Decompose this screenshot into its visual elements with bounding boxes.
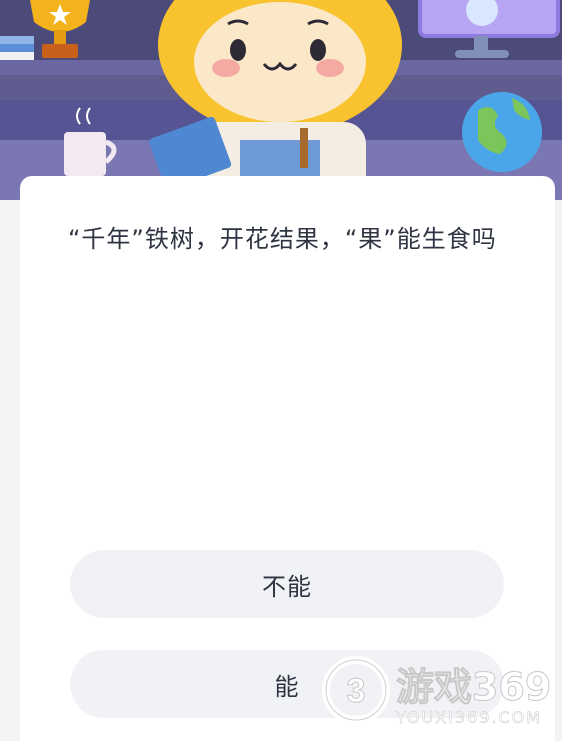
watermark-logo-icon: 3 [322, 656, 390, 724]
question-text: “千年”铁树，开花结果，“果”能生食吗 [68, 225, 497, 253]
answer-option-no[interactable]: 不能 [70, 550, 504, 618]
scene-art [0, 0, 560, 200]
watermark: 3 游戏369 YOUXI369.COM [318, 650, 562, 741]
books-icon [0, 36, 34, 60]
monitor-icon [418, 0, 560, 58]
trophy-icon [30, 0, 90, 58]
globe-icon [462, 92, 542, 172]
svg-text:3: 3 [347, 672, 366, 710]
mascot-character [149, 0, 402, 200]
watermark-brand-text: 游戏369 [395, 665, 552, 710]
header-illustration [0, 0, 562, 200]
watermark-url-text: YOUXI369.COM [396, 708, 543, 728]
mug-icon [64, 107, 117, 176]
